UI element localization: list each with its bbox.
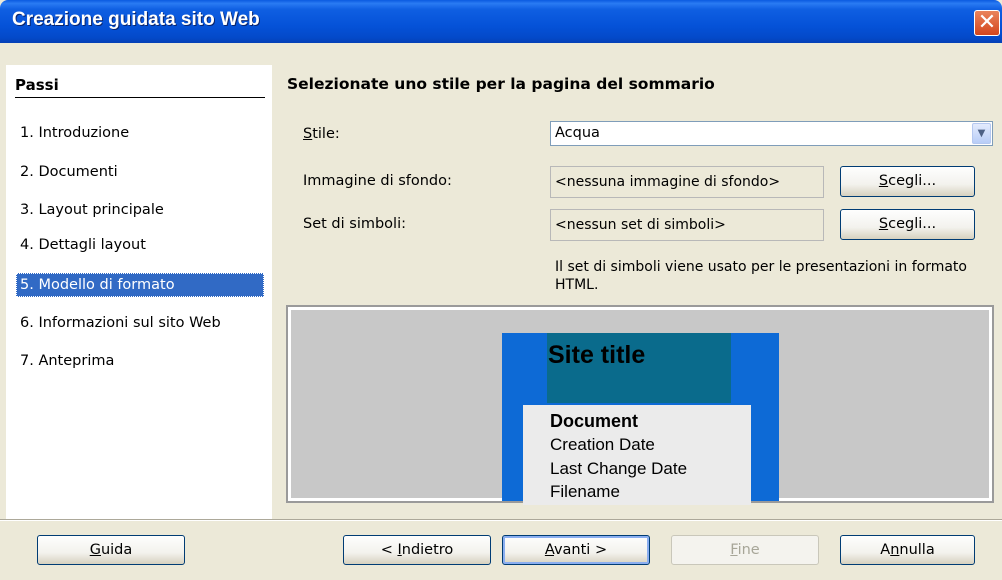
background-image-field: <nessuna immagine di sfondo> [550,166,824,198]
symbol-set-field: <nessun set di simboli> [550,209,824,241]
choose-symbol-set-button[interactable]: Scegli... [840,209,975,240]
step-informazioni-sito[interactable]: 6. Informazioni sul sito Web [16,311,264,335]
style-select-value: Acqua [555,125,600,141]
steps-heading: Passi [15,76,265,98]
preview-filename: Filename [550,482,620,501]
close-button[interactable]: ✕ [974,10,1000,36]
close-icon: ✕ [977,10,997,35]
step-modello-di-formato[interactable]: 5. Modello di formato [16,273,264,297]
step-introduzione[interactable]: 1. Introduzione [16,121,264,145]
help-button[interactable]: Guida [37,535,185,565]
symbol-set-label: Set di simboli: [303,216,406,232]
step-layout-principale[interactable]: 3. Layout principale [16,198,264,222]
choose-background-button[interactable]: Scegli... [840,166,975,197]
preview-document-box: Document Creation Date Last Change Date … [523,405,751,505]
cancel-button[interactable]: Annulla [840,535,975,565]
style-label: Stile: [303,126,340,142]
symbol-set-info: Il set di simboli viene usato per le pre… [555,259,967,293]
style-preview: Site title Document Creation Date Last C… [286,305,994,505]
preview-site-title: Site title [548,341,646,369]
footer-separator [0,519,1002,521]
wizard-window: Creazione guidata sito Web ✕ Passi 1. In… [0,0,1002,580]
steps-panel: Passi 1. Introduzione 2. Documenti 3. La… [6,65,272,520]
step-documenti[interactable]: 2. Documenti [16,160,264,184]
window-title: Creazione guidata sito Web [12,9,260,30]
chevron-down-icon[interactable]: ▼ [972,123,991,144]
background-image-label: Immagine di sfondo: [303,173,452,189]
step-anteprima[interactable]: 7. Anteprima [16,349,264,373]
title-bar[interactable]: Creazione guidata sito Web ✕ [0,0,1002,43]
preview-creation-date: Creation Date [550,435,655,454]
style-select[interactable]: Acqua ▼ [550,121,993,146]
preview-canvas: Site title Document Creation Date Last C… [291,310,989,505]
preview-last-change-date: Last Change Date [550,459,688,478]
page-title: Selezionate uno stile per la pagina del … [287,75,715,93]
preview-page: Site title Document Creation Date Last C… [502,333,779,505]
finish-button[interactable]: Fine [671,535,819,565]
step-dettagli-layout[interactable]: 4. Dettagli layout [16,233,264,257]
preview-document-heading: Document [550,411,639,431]
back-button[interactable]: < Indietro [343,535,491,565]
next-button[interactable]: Avanti > [502,535,650,565]
